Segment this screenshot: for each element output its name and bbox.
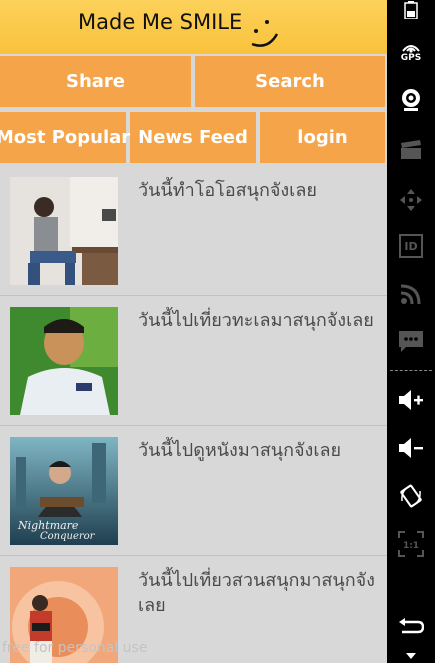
- bar-divider: [390, 370, 432, 371]
- emulator-control-bar: GPS ID 1:1: [387, 0, 435, 663]
- volume-down-icon[interactable]: [387, 436, 435, 460]
- back-icon[interactable]: [387, 614, 435, 640]
- app-header: Made Me SMILE: [0, 0, 387, 54]
- camera-icon[interactable]: [387, 86, 435, 114]
- feed-text: วันนี้ไปดูหนังมาสนุกจังเลย: [138, 440, 342, 461]
- search-button[interactable]: Search: [195, 56, 385, 107]
- most-popular-button[interactable]: Most Popular: [0, 112, 130, 163]
- feed-thumbnail: [10, 177, 118, 285]
- news-feed-button[interactable]: News Feed: [130, 112, 256, 163]
- feed-text: วันนี้ไปเที่ยวสวนสนุกมาสนุกจังเลย: [138, 570, 375, 616]
- id-icon[interactable]: ID: [387, 232, 435, 260]
- watermark: free for personal use: [2, 640, 148, 656]
- feed-text: วันนี้ไปเที่ยวทะเลมาสนุกจังเลย: [138, 310, 374, 331]
- feed-thumbnail: [10, 307, 118, 415]
- dpad-icon[interactable]: [387, 186, 435, 214]
- smiley-icon: [251, 20, 279, 47]
- list-item[interactable]: Nightmare Conqueror วันนี้ไปดูหนังมาสนุก…: [0, 426, 387, 556]
- chevron-down-icon: [387, 650, 435, 662]
- list-item[interactable]: วันนี้ทำโอโอสนุกจังเลย: [0, 166, 387, 296]
- login-button[interactable]: login: [260, 112, 385, 163]
- app-screen: Made Me SMILE Share Search Most Popular …: [0, 0, 387, 663]
- gps-icon[interactable]: GPS: [387, 38, 435, 66]
- clapper-icon[interactable]: [387, 138, 435, 162]
- app-title: Made Me SMILE: [78, 10, 243, 34]
- scale-label: 1:1: [403, 541, 419, 551]
- scale-icon[interactable]: 1:1: [387, 530, 435, 558]
- sms-icon[interactable]: [387, 328, 435, 356]
- id-label: ID: [399, 234, 423, 258]
- rotate-icon[interactable]: [387, 482, 435, 510]
- feed-thumbnail: Nightmare Conqueror: [10, 437, 118, 545]
- poster-title-line2: Conqueror: [40, 531, 96, 542]
- feed-text: วันนี้ทำโอโอสนุกจังเลย: [138, 180, 317, 201]
- rss-icon[interactable]: [387, 280, 435, 308]
- battery-icon: [387, 0, 435, 20]
- share-button[interactable]: Share: [0, 56, 191, 107]
- volume-up-icon[interactable]: [387, 388, 435, 412]
- list-item[interactable]: วันนี้ไปเที่ยวทะเลมาสนุกจังเลย: [0, 296, 387, 426]
- gps-label: GPS: [400, 53, 422, 63]
